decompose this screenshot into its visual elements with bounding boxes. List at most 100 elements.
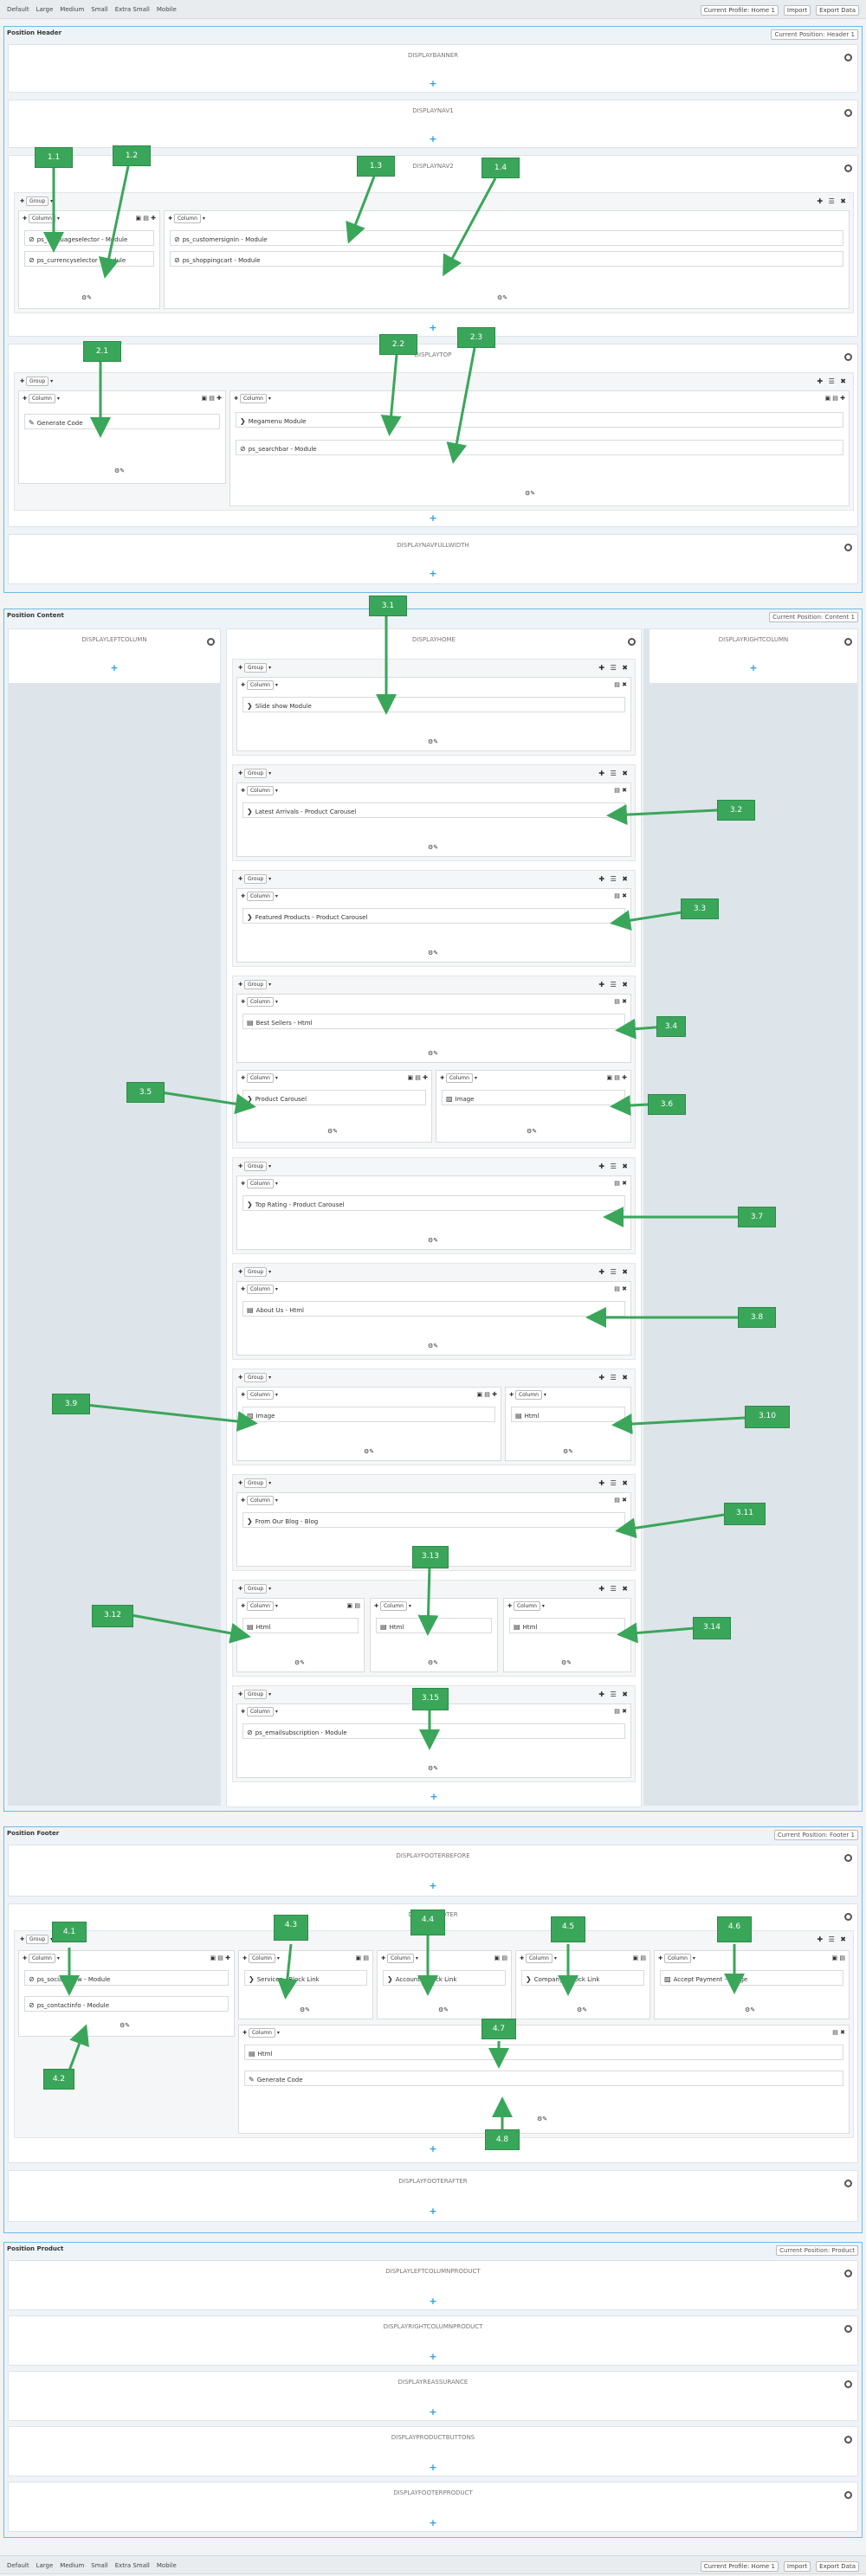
group-actions[interactable]: ✚ ☰ ✖ [598, 1479, 630, 1487]
gear-icon[interactable] [844, 109, 852, 117]
column-handle[interactable]: ✚ Column ▾ [234, 394, 271, 403]
gear-icon[interactable] [844, 2491, 852, 2499]
device-default[interactable]: Default [7, 2562, 29, 2569]
column-handle[interactable]: ✚ Column ▾ [23, 214, 60, 223]
column-handle[interactable]: ✚ Column ▾ [381, 1954, 418, 1963]
column-actions[interactable]: ▤ ✖ [614, 998, 627, 1005]
gear-icon[interactable] [844, 1913, 852, 1921]
column-handle[interactable]: ✚ Column ▾ [241, 1073, 278, 1083]
module-item[interactable]: ❯ Top Rating - Product Carousel [242, 1195, 625, 1211]
export-button[interactable]: Export Data [816, 2561, 859, 2572]
column-handle[interactable]: ✚ Column ▾ [374, 1601, 411, 1611]
add-group-icon[interactable]: + [429, 1880, 436, 1891]
column-actions[interactable]: ▣ ▤ [356, 1955, 369, 1961]
column-handle[interactable]: ✚ Column ▾ [241, 680, 278, 690]
column-settings-icon[interactable]: ⚙✎ [527, 1128, 537, 1135]
gear-icon[interactable] [844, 164, 852, 172]
column-handle[interactable]: ✚ Column ▾ [241, 1601, 278, 1611]
module-item[interactable]: ▤ Html [511, 1407, 625, 1422]
import-button[interactable]: Import [783, 5, 811, 16]
column-settings-icon[interactable]: ⚙✎ [364, 1448, 374, 1455]
module-item[interactable]: ⊘ ps_emailsubscription - Module [242, 1723, 625, 1739]
module-item[interactable]: ▤ Html [376, 1618, 492, 1633]
column-actions[interactable]: ▣ ▤ [832, 1955, 845, 1961]
column-settings-icon[interactable]: ⚙✎ [81, 294, 92, 301]
group-actions[interactable]: ✚ ☰ ✖ [817, 377, 848, 385]
export-button[interactable]: Export Data [816, 5, 859, 16]
module-item[interactable]: ❯ Megamenu Module [236, 412, 843, 428]
module-item[interactable]: ▤ Html [244, 2045, 843, 2060]
column-handle[interactable]: ✚ Column ▾ [241, 1707, 278, 1716]
column-handle[interactable]: ✚ Column ▾ [23, 1954, 60, 1963]
column-settings-icon[interactable]: ⚙✎ [428, 738, 438, 745]
module-item[interactable]: ▨ Image [242, 1407, 495, 1422]
add-group-icon[interactable]: + [429, 568, 436, 579]
group-actions[interactable]: ✚ ☰ ✖ [598, 1374, 630, 1381]
device-large[interactable]: Large [36, 6, 54, 13]
column-handle[interactable]: ✚ Column ▾ [509, 1390, 546, 1400]
gear-icon[interactable] [844, 2436, 852, 2444]
module-item[interactable]: ⊘ ps_shoppingcart - Module [170, 251, 843, 267]
column-handle[interactable]: ✚ Column ▾ [241, 1179, 278, 1188]
group-handle[interactable]: ✚ Group ▾ [238, 663, 271, 673]
column-actions[interactable]: ▤ ✖ [614, 1708, 627, 1715]
add-group-icon[interactable]: + [429, 322, 436, 333]
gear-icon[interactable] [844, 353, 852, 361]
add-group-icon[interactable]: + [429, 78, 436, 89]
gear-icon[interactable] [844, 2270, 852, 2277]
add-group-icon[interactable]: + [429, 2462, 436, 2473]
column-settings-icon[interactable]: ⚙✎ [114, 467, 125, 474]
column-settings-icon[interactable]: ⚙✎ [327, 1128, 338, 1135]
gear-icon[interactable] [844, 54, 852, 61]
group-handle[interactable]: ✚ Group ▾ [238, 1478, 271, 1488]
import-button[interactable]: Import [783, 2561, 811, 2572]
group-actions[interactable]: ✚ ☰ ✖ [598, 981, 630, 989]
column-handle[interactable]: ✚ Column ▾ [168, 214, 205, 223]
column-actions[interactable]: ▣ ▤ ✚ [606, 1074, 627, 1081]
gear-icon[interactable] [844, 2180, 852, 2187]
device-extra-small[interactable]: Extra Small [115, 2562, 150, 2569]
gear-icon[interactable] [844, 1854, 852, 1862]
column-settings-icon[interactable]: ⚙✎ [428, 950, 438, 956]
column-settings-icon[interactable]: ⚙✎ [428, 1659, 438, 1666]
column-handle[interactable]: ✚ Column ▾ [241, 1390, 278, 1400]
group-handle[interactable]: ✚ Group ▾ [238, 1162, 271, 1171]
gear-icon[interactable] [207, 638, 215, 646]
module-item[interactable]: ❯ Featured Products - Product Carousel [242, 908, 625, 924]
column-settings-icon[interactable]: ⚙✎ [428, 1343, 438, 1349]
module-item[interactable]: ❯ Company - Block Link [521, 1970, 644, 1986]
module-item[interactable]: ⊘ ps_languageselector - Module [24, 230, 154, 246]
column-settings-icon[interactable]: ⚙✎ [577, 2006, 587, 2013]
column-settings-icon[interactable]: ⚙✎ [525, 490, 535, 497]
group-actions[interactable]: ✚ ☰ ✖ [598, 875, 630, 883]
column-handle[interactable]: ✚ Column ▾ [241, 1285, 278, 1294]
column-actions[interactable]: ▤ ✖ [614, 1285, 627, 1292]
device-mobile[interactable]: Mobile [157, 2562, 177, 2569]
add-group-icon[interactable]: + [429, 2406, 436, 2418]
module-item[interactable]: ❯ Services - Block Link [244, 1970, 367, 1986]
module-item[interactable]: ❯ Slide show Module [242, 697, 625, 712]
column-actions[interactable]: ▤ ✖ [614, 1180, 627, 1187]
gear-icon[interactable] [844, 2325, 852, 2333]
column-handle[interactable]: ✚ Column ▾ [507, 1601, 545, 1611]
column-actions[interactable]: ▣ ▤ ✚ [201, 395, 222, 402]
module-item[interactable]: ▤ Html [509, 1618, 625, 1633]
position-select[interactable]: Current Position: Footer 1 [773, 1830, 858, 1840]
column-actions[interactable]: ▣ ▤ ✚ [476, 1391, 497, 1398]
column-handle[interactable]: ✚ Column ▾ [241, 997, 278, 1007]
column-actions[interactable]: ▣ ▤ ✚ [407, 1074, 428, 1081]
profile-select[interactable]: Current Profile: Home 1 [700, 2561, 779, 2572]
column-settings-icon[interactable]: ⚙✎ [120, 2022, 130, 2029]
add-group-icon[interactable]: + [430, 1791, 437, 1802]
column-handle[interactable]: ✚ Column ▾ [242, 1954, 280, 1963]
column-settings-icon[interactable]: ⚙✎ [294, 1659, 305, 1666]
column-actions[interactable]: ▤ ✖ [614, 787, 627, 794]
module-item[interactable]: ⊘ ps_socialfollow - Module [24, 1970, 229, 1986]
module-item[interactable]: ❯ Latest Arrivals - Product Carousel [242, 802, 625, 818]
gear-icon[interactable] [844, 2380, 852, 2388]
group-handle[interactable]: ✚ Group ▾ [20, 196, 53, 206]
module-item[interactable]: ⊘ ps_customersignin - Module [170, 230, 843, 246]
group-handle[interactable]: ✚ Group ▾ [238, 1584, 271, 1594]
module-item[interactable]: ✎ Generate Code [244, 2070, 843, 2086]
column-actions[interactable]: ▤ ✖ [614, 1497, 627, 1504]
